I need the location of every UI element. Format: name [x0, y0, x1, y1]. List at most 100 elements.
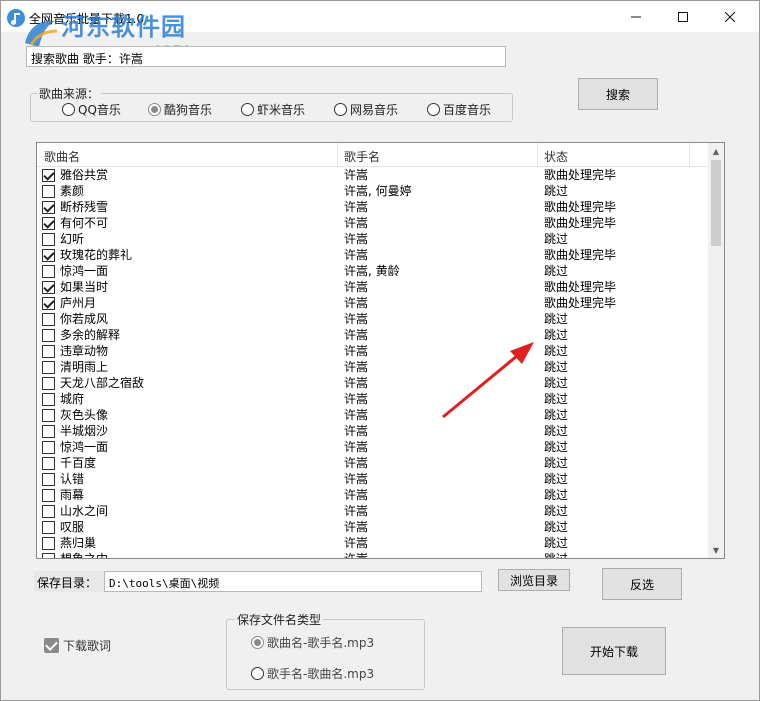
checkbox-checked-icon[interactable] — [42, 201, 55, 214]
checkbox-checked-icon[interactable] — [42, 249, 55, 262]
radio-icon — [251, 667, 264, 680]
minimize-button[interactable] — [613, 1, 659, 32]
checkbox-icon[interactable] — [42, 489, 55, 502]
song-name-cell: 你若成风 — [60, 312, 109, 326]
checkbox-icon[interactable] — [42, 409, 55, 422]
table-row[interactable]: 雅俗共赏 许嵩 歌曲处理完毕 — [37, 167, 709, 183]
table-row[interactable]: 如果当时 许嵩 歌曲处理完毕 — [37, 279, 709, 295]
table-row[interactable]: 玫瑰花的葬礼 许嵩 歌曲处理完毕 — [37, 247, 709, 263]
filename-type-label: 保存文件名类型 — [235, 611, 324, 628]
table-row[interactable]: 有何不可 许嵩 歌曲处理完毕 — [37, 215, 709, 231]
song-name-cell: 如果当时 — [60, 280, 109, 294]
column-header-artist[interactable]: 歌手名 — [344, 148, 380, 165]
checkbox-icon[interactable] — [42, 457, 55, 470]
table-row[interactable]: 千百度 许嵩 跳过 — [37, 455, 709, 471]
song-name-cell: 清明雨上 — [60, 360, 109, 374]
column-header-status[interactable]: 状态 — [544, 148, 568, 165]
title-bar[interactable]: 全网音乐批量下载1.0 — [1, 1, 759, 32]
column-divider[interactable] — [537, 143, 538, 167]
search-button[interactable]: 搜索 — [578, 78, 658, 110]
browse-button[interactable]: 浏览目录 — [498, 569, 570, 591]
table-row[interactable]: 叹服 许嵩 跳过 — [37, 519, 709, 535]
status-cell: 歌曲处理完毕 — [544, 168, 617, 182]
table-row[interactable]: 灰色头像 许嵩 跳过 — [37, 407, 709, 423]
close-button[interactable] — [707, 1, 753, 32]
search-input[interactable]: 搜索歌曲 歌手：许嵩 — [26, 46, 506, 67]
filename-option-artist-song[interactable]: 歌手名-歌曲名.mp3 — [251, 665, 374, 682]
song-name-cell: 玫瑰花的葬礼 — [60, 248, 133, 262]
song-name-cell: 惊鸿一面 — [60, 440, 109, 454]
checkbox-checked-icon[interactable] — [42, 297, 55, 310]
table-row[interactable]: 幻听 许嵩 跳过 — [37, 231, 709, 247]
scroll-down-arrow-icon[interactable]: ▼ — [708, 542, 724, 558]
table-row[interactable]: 庐州月 许嵩 歌曲处理完毕 — [37, 295, 709, 311]
vertical-scrollbar[interactable]: ▲ ▼ — [708, 143, 724, 558]
table-row[interactable]: 想象之中 许嵩 跳过 — [37, 551, 709, 558]
table-row[interactable]: 多余的解释 许嵩 跳过 — [37, 327, 709, 343]
status-cell: 跳过 — [544, 184, 569, 198]
checkbox-icon[interactable] — [42, 329, 55, 342]
checkbox-icon[interactable] — [42, 441, 55, 454]
column-divider[interactable] — [337, 143, 338, 167]
radio-icon — [427, 103, 440, 116]
checkbox-icon[interactable] — [42, 233, 55, 246]
start-download-button[interactable]: 开始下载 — [562, 627, 666, 675]
filename-option-song-artist[interactable]: 歌曲名-歌手名.mp3 — [251, 634, 374, 651]
window-title: 全网音乐批量下载1.0 — [29, 12, 145, 26]
radio-selected-icon — [148, 103, 161, 116]
checkbox-icon[interactable] — [42, 553, 55, 558]
song-list[interactable]: 歌曲名 歌手名 状态 雅俗共赏 许嵩 歌曲处理完毕 素颜 许嵩, 何曼婷 跳过 断桥残雪 许嵩… — [36, 142, 725, 559]
checkbox-checked-icon[interactable] — [42, 169, 55, 182]
table-row[interactable]: 你若成风 许嵩 跳过 — [37, 311, 709, 327]
source-option-xiami[interactable]: 虾米音乐 — [241, 101, 305, 118]
table-row[interactable]: 认错 许嵩 跳过 — [37, 471, 709, 487]
checkbox-icon[interactable] — [42, 265, 55, 278]
download-lyrics-label: 下载歌词 — [63, 639, 112, 653]
artist-name-cell: 许嵩 — [344, 168, 369, 182]
checkbox-icon[interactable] — [42, 393, 55, 406]
invert-selection-button[interactable]: 反选 — [602, 568, 682, 600]
table-row[interactable]: 城府 许嵩 跳过 — [37, 391, 709, 407]
table-row[interactable]: 惊鸿一面 许嵩, 黄龄 跳过 — [37, 263, 709, 279]
source-option-netease[interactable]: 网易音乐 — [334, 101, 398, 118]
table-row[interactable]: 断桥残雪 许嵩 歌曲处理完毕 — [37, 199, 709, 215]
checkbox-checked-icon[interactable] — [42, 281, 55, 294]
table-row[interactable]: 燕归巢 许嵩 跳过 — [37, 535, 709, 551]
table-row[interactable]: 清明雨上 许嵩 跳过 — [37, 359, 709, 375]
checkbox-icon[interactable] — [42, 521, 55, 534]
source-option-kugou[interactable]: 酷狗音乐 — [148, 101, 212, 118]
checkbox-icon[interactable] — [42, 425, 55, 438]
artist-name-cell: 许嵩 — [344, 440, 369, 454]
radio-icon — [334, 103, 347, 116]
checkbox-checked-icon[interactable] — [42, 217, 55, 230]
column-divider[interactable] — [689, 143, 690, 167]
status-cell: 跳过 — [544, 232, 569, 246]
table-row[interactable]: 雨幕 许嵩 跳过 — [37, 487, 709, 503]
source-option-label: 网易音乐 — [350, 103, 399, 117]
save-dir-input[interactable]: D:\tools\桌面\视频 — [104, 571, 482, 592]
status-cell: 跳过 — [544, 376, 569, 390]
scrollbar-thumb[interactable] — [711, 160, 721, 246]
checkbox-icon[interactable] — [42, 361, 55, 374]
table-row[interactable]: 违章动物 许嵩 跳过 — [37, 343, 709, 359]
checkbox-icon[interactable] — [42, 185, 55, 198]
checkbox-icon[interactable] — [42, 313, 55, 326]
song-name-cell: 雨幕 — [60, 488, 85, 502]
table-row[interactable]: 天龙八部之宿敌 许嵩 跳过 — [37, 375, 709, 391]
table-row[interactable]: 半城烟沙 许嵩 跳过 — [37, 423, 709, 439]
download-lyrics-checkbox[interactable]: 下载歌词 — [44, 637, 111, 654]
source-option-qq[interactable]: QQ音乐 — [62, 101, 121, 118]
table-row[interactable]: 惊鸿一面 许嵩 跳过 — [37, 439, 709, 455]
checkbox-icon[interactable] — [42, 473, 55, 486]
source-option-label: 百度音乐 — [443, 103, 492, 117]
checkbox-icon[interactable] — [42, 505, 55, 518]
scroll-up-arrow-icon[interactable]: ▲ — [708, 143, 724, 159]
table-row[interactable]: 山水之间 许嵩 跳过 — [37, 503, 709, 519]
checkbox-icon[interactable] — [42, 377, 55, 390]
checkbox-icon[interactable] — [42, 345, 55, 358]
checkbox-icon[interactable] — [42, 537, 55, 550]
source-option-baidu[interactable]: 百度音乐 — [427, 101, 491, 118]
column-header-song[interactable]: 歌曲名 — [44, 148, 80, 165]
table-row[interactable]: 素颜 许嵩, 何曼婷 跳过 — [37, 183, 709, 199]
maximize-button[interactable] — [660, 1, 706, 32]
